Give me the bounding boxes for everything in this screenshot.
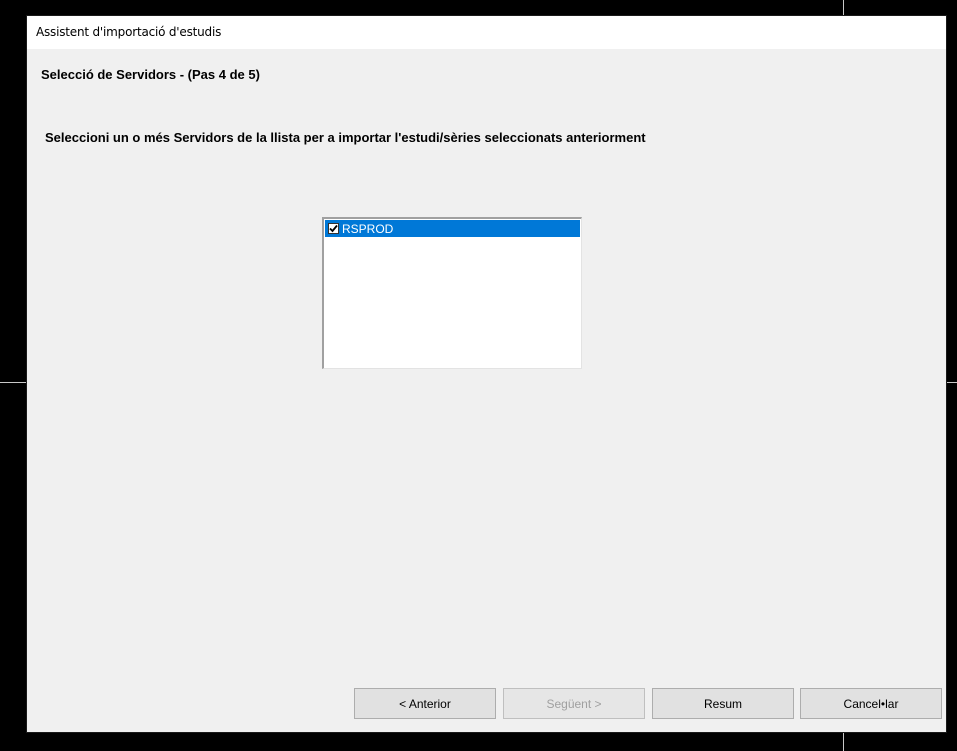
server-item-label: RSPROD — [342, 221, 394, 236]
window-title: Assistent d'importació d'estudis — [36, 25, 222, 39]
previous-button[interactable]: < Anterior — [354, 688, 496, 719]
cancel-button[interactable]: Cancel•lar — [800, 688, 942, 719]
checkmark-icon — [329, 224, 338, 233]
step-title: Selecció de Servidors - (Pas 4 de 5) — [41, 67, 260, 82]
server-list-item[interactable]: RSPROD — [325, 220, 580, 237]
title-bar[interactable]: Assistent d'importació d'estudis — [27, 16, 946, 49]
server-list[interactable]: RSPROD — [322, 217, 582, 369]
summary-button[interactable]: Resum — [652, 688, 794, 719]
instruction-text: Seleccioni un o més Servidors de la llis… — [45, 130, 646, 145]
import-wizard-window: Assistent d'importació d'estudis Selecci… — [26, 15, 947, 733]
next-button[interactable]: Següent > — [503, 688, 645, 719]
server-checkbox[interactable] — [328, 223, 339, 234]
